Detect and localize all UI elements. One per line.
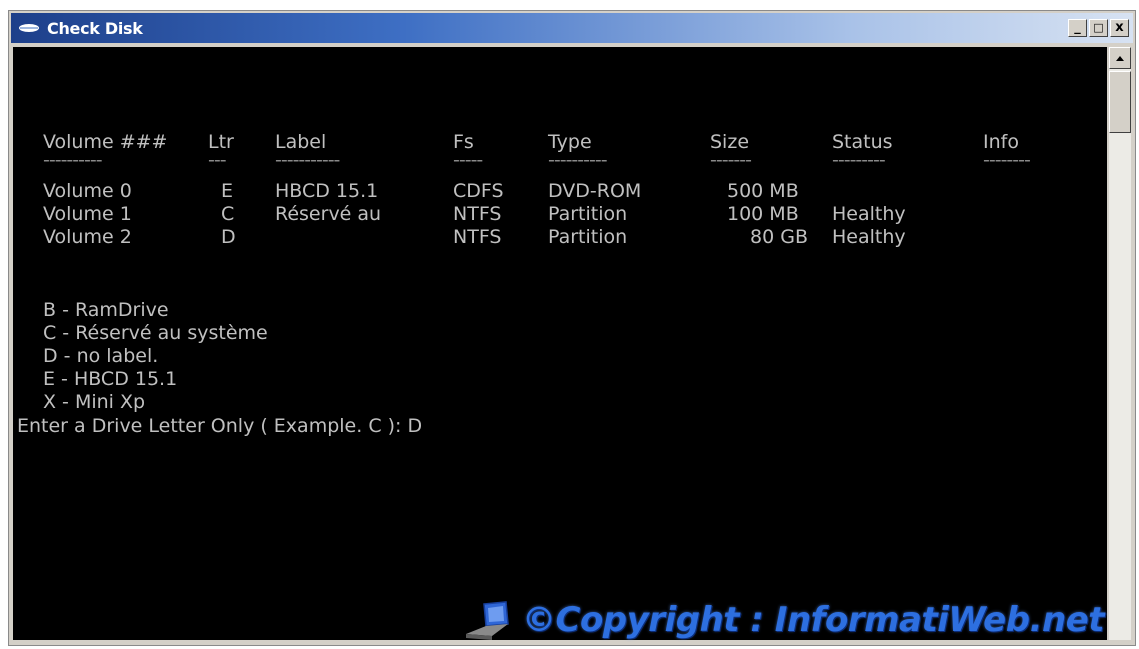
separator-volume: ---------- xyxy=(43,149,103,171)
cell-ltr: E xyxy=(221,180,234,202)
console-app-icon xyxy=(19,24,39,32)
laptop-logo-icon xyxy=(466,601,509,640)
separator-fs: ----- xyxy=(453,149,483,171)
cell-ltr: C xyxy=(221,203,235,225)
scroll-up-button[interactable] xyxy=(1109,47,1131,69)
cell-status: Healthy xyxy=(832,203,906,225)
cell-volume: Volume 1 xyxy=(43,203,132,225)
console-output[interactable]: Volume ### Ltr Label Fs Type Size Status… xyxy=(13,47,1107,640)
separator-info: -------- xyxy=(983,149,1031,171)
cell-size: 100 MB xyxy=(727,203,799,225)
drive-list-item: C - Réservé au système xyxy=(43,322,268,344)
check-disk-window: Check Disk _ □ x Volume ### Ltr Label Fs… xyxy=(8,10,1136,646)
cell-type: DVD-ROM xyxy=(548,180,642,202)
minimize-button[interactable]: _ xyxy=(1068,19,1087,37)
cell-fs: NTFS xyxy=(453,203,502,225)
copyright-watermark: ©Copyright : InformatiWeb.net xyxy=(522,600,1105,640)
cell-volume: Volume 0 xyxy=(43,180,132,202)
cell-size: 500 MB xyxy=(727,180,799,202)
close-button[interactable]: x xyxy=(1110,19,1129,37)
drive-list-item: D - no label. xyxy=(43,345,159,367)
cell-type: Partition xyxy=(548,203,628,225)
separator-ltr: --- xyxy=(208,149,227,171)
maximize-button[interactable]: □ xyxy=(1089,19,1108,37)
window-title: Check Disk xyxy=(47,19,143,38)
cell-fs: NTFS xyxy=(453,226,502,248)
title-bar[interactable]: Check Disk _ □ x xyxy=(11,13,1133,43)
drive-list-item: X - Mini Xp xyxy=(43,391,146,413)
cell-fs: CDFS xyxy=(453,180,504,202)
cell-ltr: D xyxy=(221,226,236,248)
separator-type: ---------- xyxy=(548,149,608,171)
cell-label: Réservé au xyxy=(275,203,382,225)
drive-letter-prompt[interactable]: Enter a Drive Letter Only ( Example. C )… xyxy=(17,415,422,437)
separator-status: --------- xyxy=(832,149,886,171)
cell-label: HBCD 15.1 xyxy=(275,180,379,202)
separator-label: ----------- xyxy=(275,149,340,171)
scroll-thumb[interactable] xyxy=(1109,71,1131,133)
cell-status: Healthy xyxy=(832,226,906,248)
cell-type: Partition xyxy=(548,226,628,248)
vertical-scrollbar[interactable] xyxy=(1109,47,1131,640)
drive-list-item: B - RamDrive xyxy=(43,299,169,321)
cell-size: 80 GB xyxy=(750,226,808,248)
cell-volume: Volume 2 xyxy=(43,226,132,248)
drive-list-item: E - HBCD 15.1 xyxy=(43,368,178,390)
separator-size: ------- xyxy=(710,149,752,171)
